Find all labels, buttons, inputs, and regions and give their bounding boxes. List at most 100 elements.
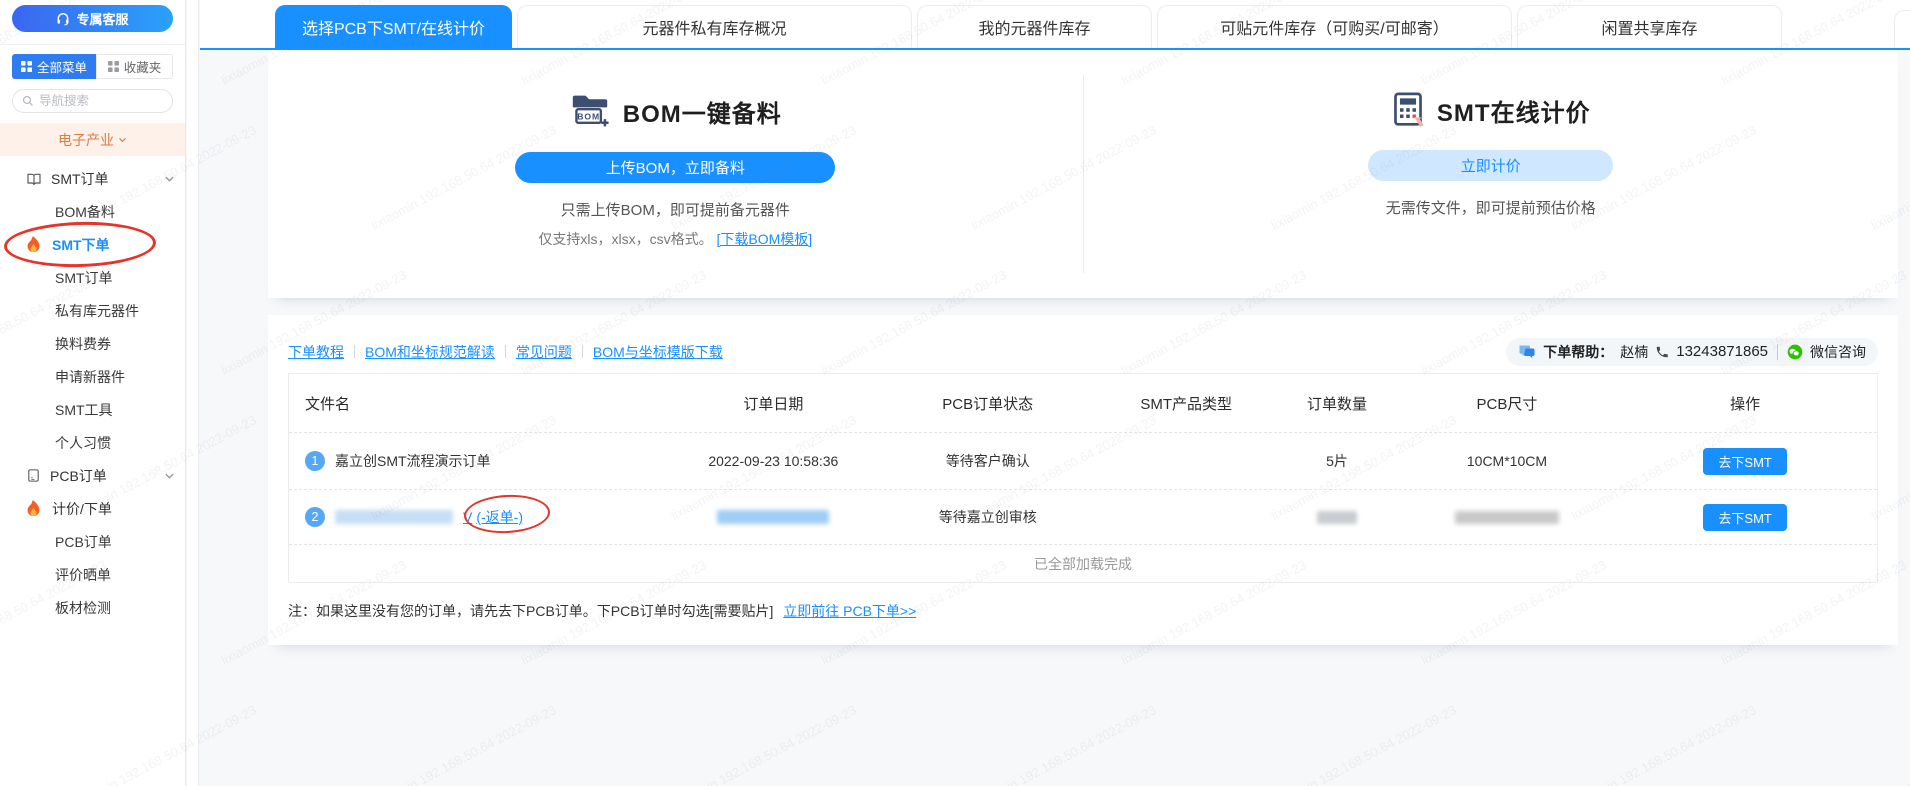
header-smt-type: SMT产品类型 [1099, 393, 1274, 414]
sidebar-item-board-test[interactable]: 板材检测 [0, 591, 185, 624]
sidebar-item-label: SMT工具 [55, 400, 113, 420]
order-file-link[interactable]: V [463, 509, 472, 525]
tab-idle-shared-stock[interactable]: 闲置共享库存 [1517, 5, 1782, 48]
header-qty: 订单数量 [1274, 393, 1401, 414]
redacted-qty [1317, 511, 1357, 524]
tab-label: 闲置共享库存 [1601, 15, 1697, 39]
help-label: 下单帮助： [1543, 342, 1613, 362]
redacted-date [717, 510, 829, 524]
smt-order-page: 专属客服 全部菜单 收藏夹 [0, 0, 1910, 786]
sidebar-item-quote-order[interactable]: 计价/下单 [0, 492, 185, 525]
sidebar-item-private-lib-components[interactable]: 私有库元器件 [0, 294, 185, 327]
help-contact-name: 赵楠 [1620, 342, 1648, 362]
tab-mountable-stock[interactable]: 可贴元件库存（可购买/可邮寄） [1157, 5, 1512, 48]
wechat-consult-link[interactable]: 微信咨询 [1810, 342, 1866, 362]
sidebar-item-pcb-order-group[interactable]: PCB订单 [0, 459, 185, 492]
sidebar-item-smt-place-order[interactable]: SMT下单 [0, 228, 185, 261]
industry-section-label: 电子产业 [58, 130, 114, 150]
sidebar-item-personal-habits[interactable]: 个人习惯 [0, 426, 185, 459]
header-file-name: 文件名 [289, 393, 670, 414]
nav-search-box[interactable] [12, 89, 173, 113]
sidebar-gutter [187, 0, 199, 786]
order-help-contact: 下单帮助： 赵楠 13243871865 [1506, 338, 1878, 366]
sidebar-menu: SMT订单 BOM备料 SMT下单 SMT订单 [0, 156, 185, 624]
bom-section: BOM BOM一键备料 上传BOM，立即备料 只需上传BOM，即可提前备元器件 … [268, 50, 1083, 298]
row-number-badge: 1 [305, 451, 325, 471]
sidebar-item-label: 换料费券 [55, 334, 111, 354]
chevron-down-icon [164, 173, 175, 184]
search-input[interactable] [39, 94, 163, 108]
order-file-name: 嘉立创SMT流程演示订单 [335, 451, 491, 471]
help-divider [1777, 344, 1778, 360]
tab-partial[interactable] [1894, 10, 1910, 48]
sidebar-item-label: 个人习惯 [55, 433, 111, 453]
bom-line1: 只需上传BOM，即可提前备元器件 [561, 199, 790, 220]
order-date: 2022-09-23 10:58:36 [670, 453, 876, 469]
sidebar-item-smt-tools[interactable]: SMT工具 [0, 393, 185, 426]
faq-link[interactable]: 常见问题 [516, 342, 572, 362]
smt-title: SMT在线计价 [1437, 93, 1591, 128]
calculator-icon [1391, 92, 1425, 128]
bom-folder-icon: BOM [569, 92, 611, 130]
order-list-panel: 下单教程 BOM和坐标规范解读 常见问题 BOM与坐标模版下载 下单帮助： 赵楠 [268, 315, 1898, 645]
sidebar-item-pcb-orders[interactable]: PCB订单 [0, 525, 185, 558]
link-separator [582, 345, 583, 358]
tab-private-stock-overview[interactable]: 元器件私有库存概况 [517, 5, 912, 48]
sidebar-item-apply-new-component[interactable]: 申请新器件 [0, 360, 185, 393]
sidebar-item-label: SMT订单 [55, 268, 113, 288]
go-pcb-order-link[interactable]: 立即前往 PCB下单>> [783, 603, 916, 619]
sidebar-item-label: BOM备料 [55, 202, 115, 222]
tab-favorites[interactable]: 收藏夹 [96, 54, 173, 79]
bom-spec-link[interactable]: BOM和坐标规范解读 [365, 342, 495, 362]
sidebar-item-review-orders[interactable]: 评价晒单 [0, 558, 185, 591]
grid-icon [108, 61, 119, 72]
grid-icon [21, 61, 32, 72]
bom-icon-label: BOM [577, 112, 600, 122]
tab-label: 元器件私有库存概况 [642, 15, 786, 39]
sidebar-item-smt-orders[interactable]: SMT订单 [0, 261, 185, 294]
sidebar-item-label: SMT下单 [52, 235, 110, 255]
service-button-area: 专属客服 [0, 0, 185, 45]
sidebar-item-bom-stock[interactable]: BOM备料 [0, 195, 185, 228]
header-pcb-status: PCB订单状态 [877, 393, 1099, 414]
quote-now-button[interactable]: 立即计价 [1368, 150, 1613, 181]
smt-title-row: SMT在线计价 [1391, 92, 1591, 128]
row-number-badge: 2 [305, 507, 325, 527]
tab-label: 可贴元件库存（可购买/可邮寄） [1220, 15, 1448, 39]
header-order-date: 订单日期 [670, 393, 876, 414]
order-note-text: 注：如果这里没有您的订单，请先去下PCB订单。下PCB订单时勾选[需要贴片] [288, 603, 773, 619]
redacted-file-name [335, 510, 453, 524]
sidebar-item-label: 申请新器件 [55, 367, 125, 387]
go-smt-button[interactable]: 去下SMT [1703, 448, 1786, 475]
order-note: 注：如果这里没有您的订单，请先去下PCB订单。下PCB订单时勾选[需要贴片] 立… [288, 601, 1878, 621]
header-pcb-size: PCB尺寸 [1401, 393, 1614, 414]
wechat-icon [1787, 344, 1803, 360]
phone-icon [1655, 345, 1669, 359]
sidebar-item-material-coupon[interactable]: 换料费券 [0, 327, 185, 360]
header-action: 操作 [1613, 393, 1877, 414]
sidebar-item-label: 评价晒单 [55, 565, 111, 585]
bom-template-download-link[interactable]: BOM与坐标模版下载 [593, 342, 723, 362]
order-tutorial-link[interactable]: 下单教程 [288, 342, 344, 362]
tab-select-pcb-smt[interactable]: 选择PCB下SMT/在线计价 [275, 5, 512, 48]
sidebar-item-label: PCB订单 [55, 532, 112, 552]
go-smt-button[interactable]: 去下SMT [1703, 504, 1786, 531]
table-row: 1 嘉立创SMT流程演示订单 2022-09-23 10:58:36 等待客户确… [289, 432, 1877, 489]
service-button-label: 专属客服 [76, 9, 128, 28]
upload-bom-button[interactable]: 上传BOM，立即备料 [515, 152, 835, 183]
sidebar-item-smt-order-group[interactable]: SMT订单 [0, 162, 185, 195]
order-size: 10CM*10CM [1401, 453, 1614, 469]
reorder-link[interactable]: (-返单-) [476, 507, 523, 527]
bom-title: BOM一键备料 [623, 94, 782, 129]
chat-icon [1518, 344, 1536, 359]
menu-mode-tabs: 全部菜单 收藏夹 [12, 54, 173, 79]
download-bom-template-link[interactable]: [下载BOM模板] [716, 231, 812, 247]
tab-all-menu[interactable]: 全部菜单 [12, 54, 96, 79]
tab-my-component-stock[interactable]: 我的元器件库存 [917, 5, 1152, 48]
book-icon [26, 171, 42, 187]
smt-line1: 无需传文件，即可提前预估价格 [1386, 197, 1596, 218]
industry-section-header[interactable]: 电子产业 [0, 123, 185, 156]
search-icon [22, 95, 34, 107]
exclusive-service-button[interactable]: 专属客服 [12, 5, 173, 32]
fire-icon [26, 236, 41, 253]
